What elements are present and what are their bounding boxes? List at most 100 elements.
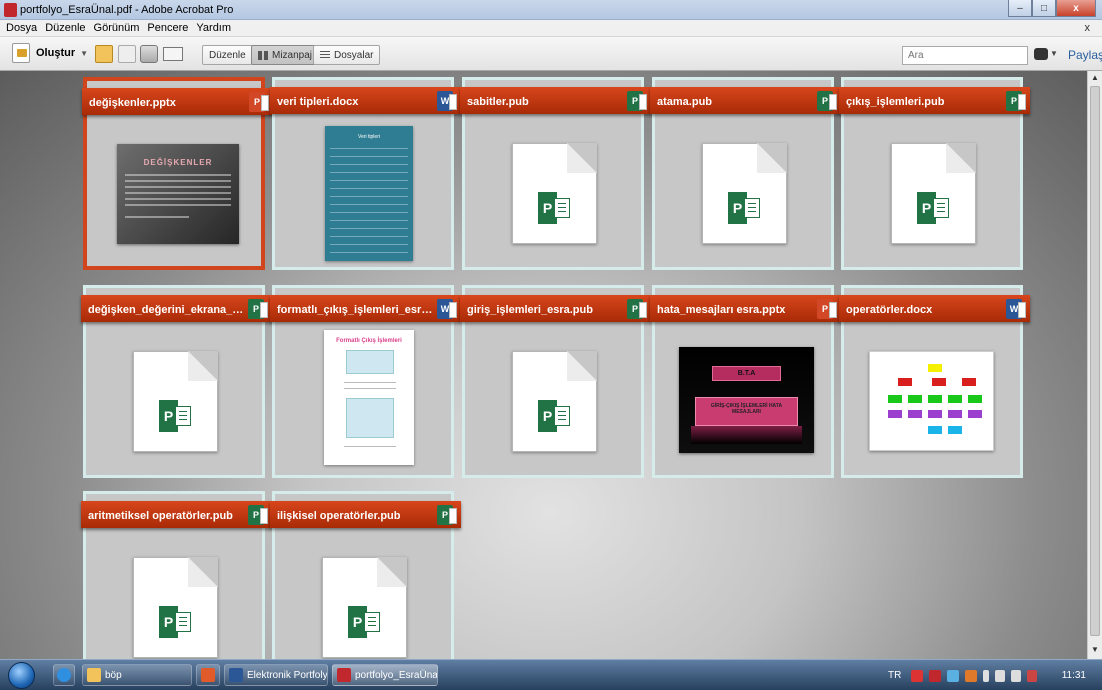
menu-pencere[interactable]: Pencere (147, 22, 188, 34)
portfolio-area: değişkenler.pptx P DEĞİŞKENLER veri tipl… (0, 71, 1102, 659)
file-card-header: ilişkisel operatörler.pub P (270, 501, 461, 528)
share-button[interactable]: Paylaş (1068, 48, 1102, 62)
tray-icon[interactable] (965, 669, 978, 682)
publisher-file-thumbnail: P (512, 351, 597, 452)
file-card-header: değişken_değerini_ekrana_yazdr... P (81, 295, 272, 322)
publisher-file-thumbnail: P (133, 351, 218, 452)
start-button[interactable] (8, 662, 35, 689)
print-icon[interactable] (140, 45, 158, 63)
file-card-sabitler[interactable]: sabitler.pub P P (460, 77, 651, 270)
close-window-button[interactable]: x (1056, 0, 1096, 17)
files-label: Dosyalar (334, 49, 374, 61)
scrollbar-thumb[interactable] (1090, 86, 1100, 636)
slide-thumbnail: DEĞİŞKENLER (117, 144, 239, 244)
file-name: giriş_işlemleri_esra.pub (467, 304, 593, 316)
volume-icon[interactable] (995, 669, 1006, 682)
flag-icon[interactable] (1011, 669, 1022, 682)
create-icon (12, 43, 30, 63)
publisher-file-thumbnail: P (322, 557, 407, 658)
word-icon: W (437, 91, 457, 111)
file-name: sabitler.pub (467, 96, 529, 108)
mail-icon[interactable] (163, 47, 183, 61)
list-icon (320, 50, 330, 60)
arrow-left-icon[interactable] (983, 669, 990, 682)
ie-taskbar-icon[interactable] (53, 664, 75, 686)
scroll-up-icon[interactable]: ▲ (1090, 73, 1100, 83)
doc-title: Veri tipleri (358, 134, 380, 140)
layout-button[interactable]: Mizanpaj (251, 45, 320, 65)
file-card-giris-islemleri[interactable]: giriş_işlemleri_esra.pub P P (460, 285, 651, 478)
publisher-icon: P (538, 192, 572, 224)
open-icon[interactable] (95, 45, 113, 63)
publisher-icon: P (538, 400, 572, 432)
taskbar-item-media[interactable] (196, 664, 220, 686)
file-name: çıkış_işlemleri.pub (846, 96, 945, 108)
file-card-header: veri tipleri.docx W (270, 87, 461, 114)
word-icon: W (1006, 299, 1026, 319)
menu-yardim[interactable]: Yardım (196, 22, 231, 34)
publisher-file-thumbnail: P (702, 143, 787, 244)
maximize-button[interactable]: □ (1032, 0, 1056, 17)
clock[interactable]: 11:31 (1062, 670, 1086, 681)
minimize-button[interactable]: – (1008, 0, 1032, 17)
toolbar: Oluştur ▼ Düzenle Mizanpaj Dosyalar ▼ Pa… (0, 37, 1102, 71)
file-card-iliskisel[interactable]: ilişkisel operatörler.pub P P (270, 491, 461, 659)
close-document-icon[interactable]: x (1085, 22, 1091, 34)
window-title: portfolyo_EsraÜnal.pdf - Adobe Acrobat P… (20, 4, 234, 16)
binoculars-icon[interactable] (1034, 48, 1048, 60)
file-card-degiskenler[interactable]: değişkenler.pptx P DEĞİŞKENLER (82, 77, 273, 270)
taskbar-item-acrobat[interactable]: portfolyo_EsraÜnal.p... (332, 664, 438, 686)
file-card-hata-mesajlari[interactable]: hata_mesajları esra.pptx P B.T.A GİRİŞ-Ç… (650, 285, 841, 478)
publisher-file-thumbnail: P (891, 143, 976, 244)
file-name: formatlı_çıkış_işlemleri_esra.docx (277, 304, 457, 316)
chevron-down-icon[interactable]: ▼ (1050, 49, 1058, 58)
save-icon[interactable] (118, 45, 136, 63)
file-card-aritmetiksel[interactable]: aritmetiksel operatörler.pub P P (81, 491, 272, 659)
vertical-scrollbar[interactable]: ▲ ▼ (1087, 71, 1102, 659)
files-button[interactable]: Dosyalar (313, 45, 381, 65)
file-name: hata_mesajları esra.pptx (657, 304, 786, 316)
file-name: aritmetiksel operatörler.pub (88, 510, 233, 522)
file-card-atama[interactable]: atama.pub P P (650, 77, 841, 270)
file-card-formatli-cikis[interactable]: formatlı_çıkış_işlemleri_esra.docx W For… (270, 285, 461, 478)
acrobat-app-icon (4, 3, 17, 17)
scroll-down-icon[interactable]: ▼ (1090, 645, 1100, 655)
acrobat-tray-icon[interactable] (929, 669, 942, 682)
menu-dosya[interactable]: Dosya (6, 22, 37, 34)
file-card-degisken-degerini[interactable]: değişken_değerini_ekrana_yazdr... P P (81, 285, 272, 478)
publisher-icon: P (159, 400, 193, 432)
search-input[interactable] (902, 46, 1028, 65)
file-card-veri-tipleri[interactable]: veri tipleri.docx W Veri tipleri (270, 77, 461, 270)
tray-icon[interactable] (1027, 669, 1038, 682)
publisher-icon: P (159, 606, 193, 638)
taskbar-item-bop[interactable]: böp (82, 664, 192, 686)
file-card-operatorler[interactable]: operatörler.docx W (839, 285, 1030, 478)
file-card-header: atama.pub P (650, 87, 841, 114)
file-name: değişkenler.pptx (89, 97, 176, 109)
file-card-header: değişkenler.pptx P (82, 88, 273, 115)
title-bar: portfolyo_EsraÜnal.pdf - Adobe Acrobat P… (0, 0, 1102, 20)
file-name: veri tipleri.docx (277, 96, 359, 108)
menu-gorunum[interactable]: Görünüm (94, 22, 140, 34)
create-button[interactable]: Oluştur ▼ (12, 43, 88, 63)
doc-title: Formatlı Çıkış İşlemleri (336, 338, 402, 344)
taskbar-item-word[interactable]: Elektronik Portfolyo1... (224, 664, 328, 686)
slide-thumbnail: B.T.A GİRİŞ-ÇIKIŞ İŞLEMLERİ HATA MESAJLA… (679, 347, 814, 453)
publisher-icon: P (248, 505, 268, 525)
create-label: Oluştur (36, 47, 76, 59)
menu-duzenle[interactable]: Düzenle (45, 22, 85, 34)
file-name: değişken_değerini_ekrana_yazdr... (88, 304, 270, 316)
network-icon[interactable] (947, 669, 960, 682)
edit-button[interactable]: Düzenle (202, 45, 253, 65)
publisher-icon: P (817, 91, 837, 111)
language-indicator[interactable]: TR (888, 670, 901, 681)
file-card-cikis-islemleri[interactable]: çıkış_işlemleri.pub P P (839, 77, 1030, 270)
slide-title: DEĞİŞKENLER (143, 158, 213, 167)
file-name: ilişkisel operatörler.pub (277, 510, 401, 522)
file-card-header: aritmetiksel operatörler.pub P (81, 501, 272, 528)
file-card-header: operatörler.docx W (839, 295, 1030, 322)
tray-icon[interactable] (911, 669, 924, 682)
acrobat-icon (337, 668, 351, 682)
slide-subtitle: GİRİŞ-ÇIKIŞ İŞLEMLERİ HATA MESAJLARI (695, 397, 798, 426)
publisher-icon: P (248, 299, 268, 319)
